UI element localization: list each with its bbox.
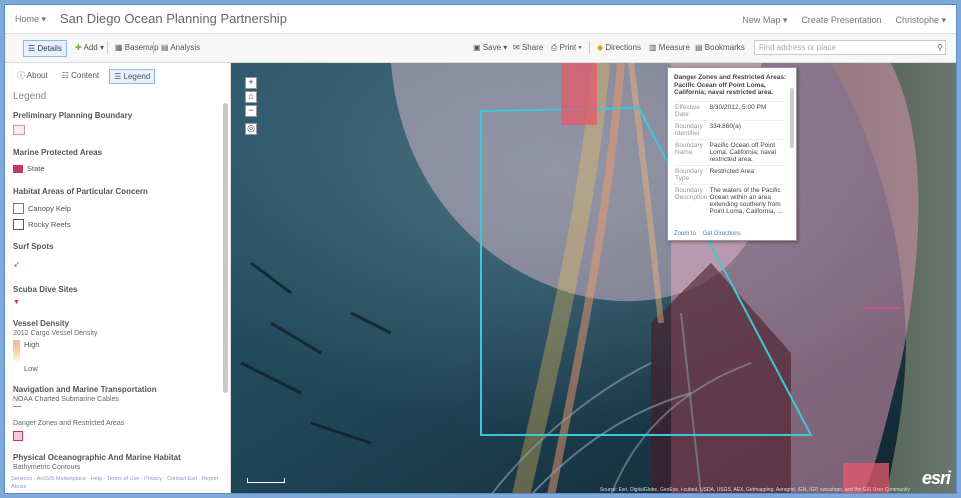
tab-content[interactable]: ☷ Content [58,69,103,82]
dive-site-icon: ▼ [13,299,20,306]
density-ramp-icon [13,340,20,364]
legend-section-title: Habitat Areas of Particular Concern [13,187,148,196]
tab-about[interactable]: ⓘ About [13,69,52,82]
analysis-icon: ▤ [161,43,171,52]
bookmarks-icon: ▤ [695,43,705,52]
legend-item [13,431,23,441]
home-menu[interactable]: Home ▾ [15,14,46,25]
kelp-swatch-icon [13,203,24,214]
legend-item [13,125,25,135]
footer-links[interactable]: Services · ArcGIS Marketplace · Help · T… [11,475,221,491]
legend-item [13,406,21,407]
legend-item: State [13,164,45,173]
basemap-icon: ▦ [115,43,125,52]
about-icon: ⓘ [17,71,27,80]
basemap-button[interactable]: ▦ Basemap [111,40,163,55]
user-menu[interactable]: Christophe ▾ [895,15,946,26]
legend-section-title: Navigation and Marine Transportation [13,385,157,394]
legend-item: ▼ [13,299,20,306]
details-icon: ☰ [28,44,38,53]
get-directions-link[interactable]: Get Directions [703,231,741,237]
share-icon: ✉ [513,43,522,52]
legend-item: High [13,340,39,364]
table-row: Boundary Identifier 334.860(a) [674,119,784,139]
table-row: Effective Date 8/30/2012, 5:00 PM [674,100,784,120]
map-attribution: Source: Esri, DigitalGlobe, GeoEye, i-cu… [599,487,910,493]
legend-subtitle: 2012 Cargo Vessel Density [13,330,98,337]
restricted-swatch-icon [13,431,23,441]
legend-section-title: Marine Protected Areas [13,148,103,157]
legend-section-title: Preliminary Planning Boundary [13,111,133,120]
esri-logo: esri [921,468,951,488]
legend-item: Rocky Reefs [13,219,71,230]
tab-legend[interactable]: ☰ Legend [109,69,156,84]
legend-section-title: Scuba Dive Sites [13,285,78,294]
analysis-button[interactable]: ▤ Analysis [157,40,204,55]
print-icon: ⎙ [551,43,560,52]
surf-spot-icon: ➶ [13,260,20,269]
legend-icon: ☰ [114,72,124,81]
zoom-out-button[interactable]: − [245,105,257,117]
print-button[interactable]: ⎙ Print ▾ [547,40,586,55]
popup-actions: Zoom to Get Directions [674,231,741,237]
legend-section-title: Surf Spots [13,242,54,251]
search-input[interactable]: Find address or place ⚲ [754,40,946,55]
legend-subtitle: Bathymetric Contours [13,464,81,471]
legend-item: ➶ [13,260,20,269]
toolbar: ☰ Details ✚ Add ▾ ▦ Basemap ▤ Analysis ▣… [5,34,956,63]
new-map-menu[interactable]: New Map ▾ [742,15,787,26]
popup-attributes: Effective Date 8/30/2012, 5:00 PM Boundar… [674,100,784,217]
save-icon: ▣ [473,43,483,52]
locate-icon[interactable]: ◎ [245,123,257,135]
share-button[interactable]: ✉ Share [509,40,547,55]
legend-scrollbar[interactable] [223,103,228,393]
content-icon: ☷ [61,71,72,80]
table-row: Boundary Description The waters of the Pa… [674,183,784,217]
popup-title: Danger Zones and Restricted Areas: Pacif… [674,74,787,96]
add-button[interactable]: ✚ Add ▾ [71,40,108,55]
bookmarks-button[interactable]: ▤ Bookmarks [691,40,749,55]
directions-button[interactable]: ◆ Directions [593,40,645,55]
legend-item: Low [24,364,38,373]
save-button[interactable]: ▣ Save ▾ [469,40,511,55]
details-button[interactable]: ☰ Details [23,40,67,57]
legend-section-title: Vessel Density [13,319,70,328]
measure-button[interactable]: ▥ Measure [645,40,694,55]
zoom-in-button[interactable]: + [245,77,257,89]
legend-subtitle: Danger Zones and Restricted Areas [13,420,125,427]
reef-swatch-icon [13,219,24,230]
search-icon[interactable]: ⚲ [937,41,943,54]
scale-bar [247,478,285,483]
zoom-controls: + ⌂ − ◎ [245,77,257,137]
app-window: Home ▾ San Diego Ocean Planning Partners… [4,4,957,494]
mpa-swatch-icon [13,164,23,173]
home-extent-icon[interactable]: ⌂ [245,91,257,103]
legend-panel: ⓘ About ☷ Content ☰ Legend Legend Prelim… [5,63,231,493]
measure-icon: ▥ [649,43,659,52]
table-row: Boundary Type Restricted Area [674,164,784,184]
table-row: Boundary Name Pacific Ocean off Point Lom… [674,138,784,165]
legend-item: Canopy Kelp [13,203,71,214]
cable-line-icon [13,406,21,407]
zoom-to-link[interactable]: Zoom to [674,231,696,237]
info-popup: Danger Zones and Restricted Areas: Pacif… [667,67,797,241]
map-title: San Diego Ocean Planning Partnership [60,11,287,26]
boundary-swatch-icon [13,125,25,135]
legend-subtitle: NOAA Charted Submarine Cables [13,396,119,403]
popup-scrollbar[interactable] [790,88,794,148]
legend-header: Legend [13,91,47,102]
map-canvas [231,63,956,493]
legend-section-title: Physical Oceanographic And Marine Habita… [13,453,181,462]
create-presentation-link[interactable]: Create Presentation [801,15,881,26]
top-bar: Home ▾ San Diego Ocean Planning Partners… [5,5,956,34]
map-view[interactable]: + ⌂ − ◎ Danger Zones and Restricted Area… [231,63,956,493]
